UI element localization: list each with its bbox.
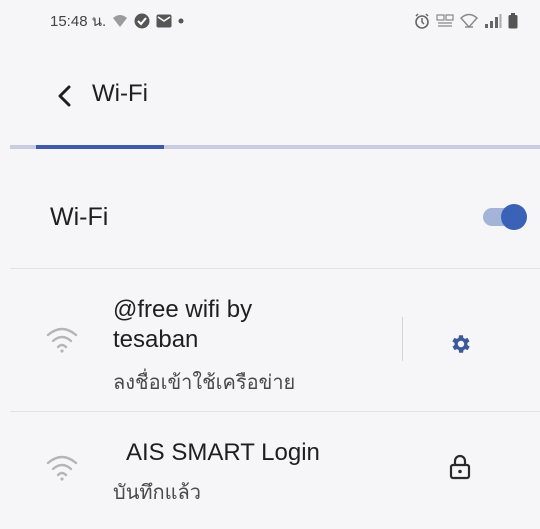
notification-dot-icon: [178, 18, 184, 24]
settings-gear-icon: [452, 335, 470, 353]
wifi-signal-icon: [112, 14, 128, 28]
cell-signal-icon: [484, 14, 502, 28]
mail-icon: [156, 14, 172, 28]
network-row-ais-smart-login[interactable]: AIS SMART Login บันทึกแล้ว: [0, 412, 540, 522]
wifi-calling-icon: [460, 13, 478, 29]
status-time: 15:48 น.: [50, 13, 107, 30]
network-status: ลงชื่อเข้าใช้เครือข่าย: [113, 372, 296, 394]
tab-indicator-track: [10, 145, 540, 149]
battery-icon: [508, 13, 518, 29]
app-bar: Wi-Fi: [0, 66, 540, 126]
network-settings-button[interactable]: [443, 327, 477, 361]
network-row-free-wifi[interactable]: @free wifi by tesaban ลงชื่อเข้าใช้เครือ…: [0, 269, 540, 411]
page-title: Wi-Fi: [92, 80, 148, 107]
alarm-icon: [414, 13, 430, 29]
data-saver-icon: [134, 13, 150, 29]
lock-icon: [449, 454, 471, 480]
network-lock-indicator: [443, 450, 477, 484]
back-button[interactable]: [48, 79, 82, 113]
status-bar-right: [414, 13, 518, 29]
network-name-line1: @free wifi by: [113, 296, 253, 323]
back-arrow-icon: [58, 85, 71, 107]
switch-thumb: [501, 204, 527, 230]
wifi-icon: [46, 454, 78, 482]
network-name: AIS SMART Login: [126, 439, 320, 466]
5g-icon: [436, 13, 454, 29]
wifi-toggle-row[interactable]: Wi-Fi: [0, 180, 540, 250]
network-name-line2: tesaban: [113, 326, 199, 353]
status-bar: 15:48 น.: [0, 0, 540, 42]
wifi-toggle-switch[interactable]: [483, 204, 527, 230]
tab-indicator-active: [36, 145, 164, 149]
wifi-toggle-label: Wi-Fi: [50, 203, 109, 231]
row-separator: [402, 317, 403, 361]
status-bar-left: 15:48 น.: [50, 9, 184, 33]
wifi-icon: [46, 326, 78, 354]
network-status: บันทึกแล้ว: [113, 482, 202, 504]
